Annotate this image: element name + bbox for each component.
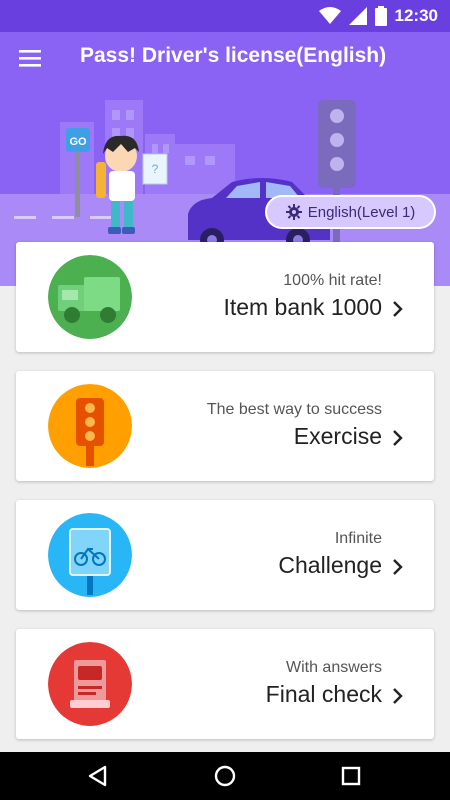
truck-icon bbox=[48, 255, 132, 339]
recent-apps-icon[interactable] bbox=[337, 762, 365, 790]
svg-text:?: ? bbox=[152, 162, 159, 176]
battery-icon bbox=[374, 6, 387, 26]
home-icon[interactable] bbox=[211, 762, 239, 790]
status-bar: 12:30 bbox=[0, 0, 450, 32]
chevron-right-icon bbox=[393, 430, 403, 446]
card-title: Final check bbox=[265, 681, 382, 707]
bicycle-sign-icon bbox=[48, 513, 132, 597]
card-title: Item bank 1000 bbox=[223, 294, 382, 320]
card-subtitle: The best way to success bbox=[206, 401, 382, 418]
navigation-bar bbox=[0, 752, 450, 800]
card-subtitle: Infinite bbox=[334, 530, 382, 547]
card-challenge[interactable]: Infinite Challenge bbox=[16, 500, 434, 610]
status-icons: 12:30 bbox=[318, 6, 438, 26]
card-exercise[interactable]: The best way to success Exercise bbox=[16, 371, 434, 481]
chevron-right-icon bbox=[393, 688, 403, 704]
chevron-right-icon bbox=[393, 301, 403, 317]
card-title: Challenge bbox=[278, 552, 382, 578]
language-selector[interactable]: English(Level 1) bbox=[265, 195, 436, 229]
card-subtitle: With answers bbox=[285, 659, 382, 676]
card-item-bank[interactable]: 100% hit rate! Item bank 1000 bbox=[16, 242, 434, 352]
traffic-light-icon bbox=[48, 384, 132, 468]
gear-icon bbox=[285, 204, 302, 220]
wifi-icon bbox=[318, 7, 341, 24]
document-icon bbox=[48, 642, 132, 726]
go-sign-label: GO bbox=[69, 136, 87, 148]
card-subtitle: 100% hit rate! bbox=[283, 272, 382, 289]
card-final-check[interactable]: With answers Final check bbox=[16, 629, 434, 739]
status-time: 12:30 bbox=[394, 6, 438, 25]
signal-icon bbox=[348, 7, 367, 25]
menu-icon[interactable] bbox=[16, 46, 46, 70]
app-title: Pass! Driver's license(English) bbox=[80, 44, 387, 67]
back-icon[interactable] bbox=[84, 762, 112, 790]
card-title: Exercise bbox=[293, 423, 382, 449]
language-label: English(Level 1) bbox=[307, 203, 416, 221]
chevron-right-icon bbox=[393, 559, 403, 575]
